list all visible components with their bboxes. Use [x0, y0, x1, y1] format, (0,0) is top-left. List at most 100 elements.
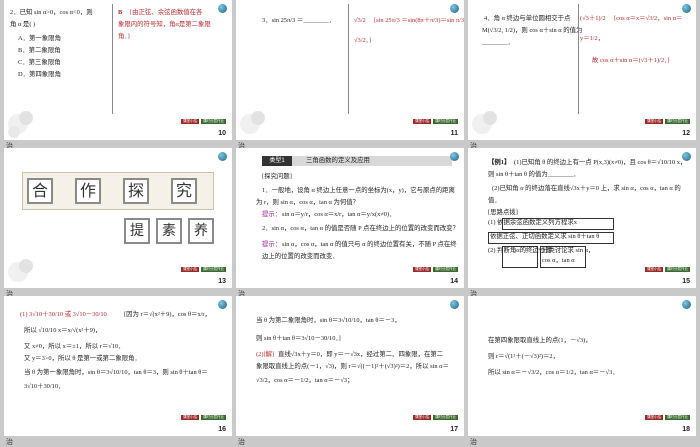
slide-label: 治	[6, 438, 13, 446]
solution-text: 3√10＋30/10．	[24, 383, 65, 390]
homework-badge[interactable]: 课时分层作业	[201, 119, 226, 124]
slide-number: 10	[218, 130, 226, 137]
slide-18[interactable]: 在第四象限取直线上的点(1，－√3)， 则 r＝√(1²＋(－√3)²)＝2， …	[468, 296, 696, 436]
sub-char: 养	[188, 218, 214, 244]
slide-13[interactable]: 合 作 探 究 提 素 养 课堂小结 课时分层作业 13	[4, 148, 232, 288]
globe-icon	[218, 300, 227, 309]
summary-badge[interactable]: 课堂小结	[413, 415, 431, 420]
slide-number: 18	[682, 426, 690, 433]
question-text-2: 角 α 是( )	[10, 21, 36, 28]
solution-text: 直线√3x＋y＝0，即 y＝－√3x，经过第二、四象限，在第二	[278, 351, 444, 358]
slide-14[interactable]: 类型1 三角函数的定义及应用 [探究问题] 1．一般地，设角 α 终边上任意一点…	[236, 148, 464, 288]
slide-11[interactable]: 3．sin 25π/3 ＝________． √3/2 [sin 25π/3 ＝…	[236, 0, 464, 140]
solution-text: 所以 √10/10 x＝x/√(x²＋9)，	[24, 327, 102, 334]
answer: √3/2	[354, 17, 366, 24]
summary-badge[interactable]: 课堂小结	[413, 267, 431, 272]
section-title: 三角函数的定义及应用	[306, 157, 370, 164]
solution-text: 则 r＝√(1²＋(－√3)²)＝2，	[488, 353, 560, 360]
globe-icon	[682, 300, 691, 309]
flower-decoration-icon	[8, 111, 33, 138]
homework-badge[interactable]: 课时分层作业	[665, 267, 690, 272]
slide-number: 13	[218, 278, 226, 285]
homework-badge[interactable]: 课时分层作业	[201, 267, 226, 272]
slide-label: 治	[238, 438, 245, 446]
solution-text: [因为 r＝√(x²＋9)，cos θ＝x/r，	[124, 311, 211, 318]
slide-15[interactable]: 【例1】 (1)已知角 θ 的终边上有一点 P(x,3)(x≠0)，且 cos …	[468, 148, 696, 288]
summary-badge[interactable]: 课堂小结	[645, 119, 663, 124]
homework-badge[interactable]: 课时分层作业	[665, 119, 690, 124]
hint-text: sin α＝y/r，cos α＝x/r，tan α＝y/x(x≠0)．	[282, 211, 396, 218]
think-step: cos α，tan α	[542, 257, 575, 264]
flower-decoration-icon	[472, 111, 497, 134]
slide-number: 17	[450, 426, 458, 433]
explanation-2: y＝1/2，	[580, 35, 605, 42]
homework-badge[interactable]: 课时分层作业	[433, 119, 458, 124]
summary-badge[interactable]: 课堂小结	[645, 267, 663, 272]
homework-badge[interactable]: 课时分层作业	[665, 415, 690, 420]
example-text: (2)已知角 α 的终边落在直线√3x＋y＝0 上，求 sin α，cos α，…	[492, 185, 681, 192]
flower-decoration-icon	[240, 111, 265, 134]
summary-badge[interactable]: 课堂小结	[181, 415, 199, 420]
option-c: C．第三象限角	[18, 59, 61, 66]
slide-17[interactable]: 当 θ 为第二象限角时，sin θ＝3√10/10，tan θ＝－3， 则 si…	[236, 296, 464, 436]
example-text: (1)已知角 θ 的终边上有一点 P(x,3)(x≠0)，且 cos θ＝√10…	[514, 159, 687, 166]
slide-number: 12	[682, 130, 690, 137]
solution-text: √3/2，cos α＝－1/2，tan α＝－√3；	[256, 377, 354, 384]
globe-icon	[450, 4, 459, 13]
nav-badges: 课堂小结 课时分层作业	[413, 267, 458, 272]
homework-badge[interactable]: 课时分层作业	[433, 267, 458, 272]
nav-badges: 课堂小结 课时分层作业	[645, 267, 690, 272]
nav-badges: 课堂小结 课时分层作业	[181, 415, 226, 420]
summary-badge[interactable]: 课堂小结	[181, 267, 199, 272]
banner-char: 作	[75, 178, 101, 204]
answer: (√3＋1)/2	[580, 15, 606, 22]
solution-text: 所以 sin α＝－√3/2，cos α＝1/2，tan α＝－√3．	[488, 369, 619, 376]
sub-char: 素	[156, 218, 182, 244]
question-text-3: ________．	[482, 39, 514, 46]
paragraph: 2．sin α，cos α，tan α 的值是否随 P 点在终边上的位置的改变而…	[262, 225, 459, 232]
question-text: 2．已知 sin α>0，cos α<0，则	[10, 9, 93, 16]
globe-icon	[682, 152, 691, 161]
slide-10[interactable]: 2．已知 sin α>0，cos α<0，则 角 α 是( ) A．第一象限角 …	[4, 0, 232, 140]
summary-badge[interactable]: 课堂小结	[413, 119, 431, 124]
explanation-2: 象限内的符号知，角α是第二象限	[118, 21, 211, 28]
hint-label: 提示：	[262, 211, 282, 218]
explanation-1: [cos α＝x＝√3/2，sin α＝	[614, 15, 683, 22]
slide-number: 11	[450, 130, 458, 137]
question-text-2: M(√3/2, 1/2)，则 cos α＋sin α 的值为	[482, 27, 583, 34]
globe-icon	[218, 4, 227, 13]
example-text: 则 sin θ＋tan θ 的值为________．	[488, 171, 580, 178]
explanation-3: 角．]	[118, 33, 130, 40]
explanation-1: [sin 25π/3 ＝sin(8π＋π/3)＝sin π/3 ＝	[374, 17, 464, 24]
option-a: A．第一象限角	[18, 35, 61, 42]
slide-16[interactable]: (1) 3√10＋30/10 或 3√10－30/10 [因为 r＝√(x²＋9…	[4, 296, 232, 436]
section-head: [探究问题]	[262, 173, 292, 180]
slide-number: 15	[682, 278, 690, 285]
answer: (1) 3√10＋30/10 或 3√10－30/10	[20, 311, 107, 318]
think-step: 依据正弦、正切函数定义求 sin θ＋tan θ	[490, 233, 600, 240]
homework-badge[interactable]: 课时分层作业	[433, 415, 458, 420]
option-d: D．第四象限角	[18, 71, 61, 78]
globe-icon	[682, 4, 691, 13]
solution-text: 又 y＝3>0，所以 θ 是第一或第二象限角．	[24, 355, 141, 362]
nav-badges: 课堂小结 课时分层作业	[181, 267, 226, 272]
slide-number: 16	[218, 426, 226, 433]
paragraph: 为 r，则 sin α，cos α，tan α 为何值？	[256, 199, 360, 206]
summary-badge[interactable]: 课堂小结	[645, 415, 663, 420]
nav-badges: 课堂小结 课时分层作业	[645, 415, 690, 420]
hint-text: sin α，cos α，tan α 的值只与 α 的终边位置有关，不随 P 点在…	[282, 241, 457, 248]
nav-badges: 课堂小结 课时分层作业	[181, 119, 226, 124]
question-text: 4．角 α 终边与单位圆相交于点	[484, 15, 571, 22]
solution-text: 则 sin θ＋tan θ＝3√10－30/10．]	[256, 335, 341, 342]
hint-label: 提示：	[262, 241, 282, 248]
sub-char: 提	[124, 218, 150, 244]
flower-decoration-icon	[8, 259, 33, 282]
homework-badge[interactable]: 课时分层作业	[201, 415, 226, 420]
globe-icon	[218, 152, 227, 161]
solution-text: 当 θ 为第二象限角时，sin θ＝3√10/10，tan θ＝－3，	[256, 317, 401, 324]
solution-head: (2)[解]	[256, 351, 275, 358]
slide-12[interactable]: 4．角 α 终边与单位圆相交于点 M(√3/2, 1/2)，则 cos α＋si…	[468, 0, 696, 140]
solution-text: 在第四象限取直线上的点(1，－√3)，	[488, 337, 592, 344]
globe-icon	[450, 300, 459, 309]
summary-badge[interactable]: 课堂小结	[181, 119, 199, 124]
